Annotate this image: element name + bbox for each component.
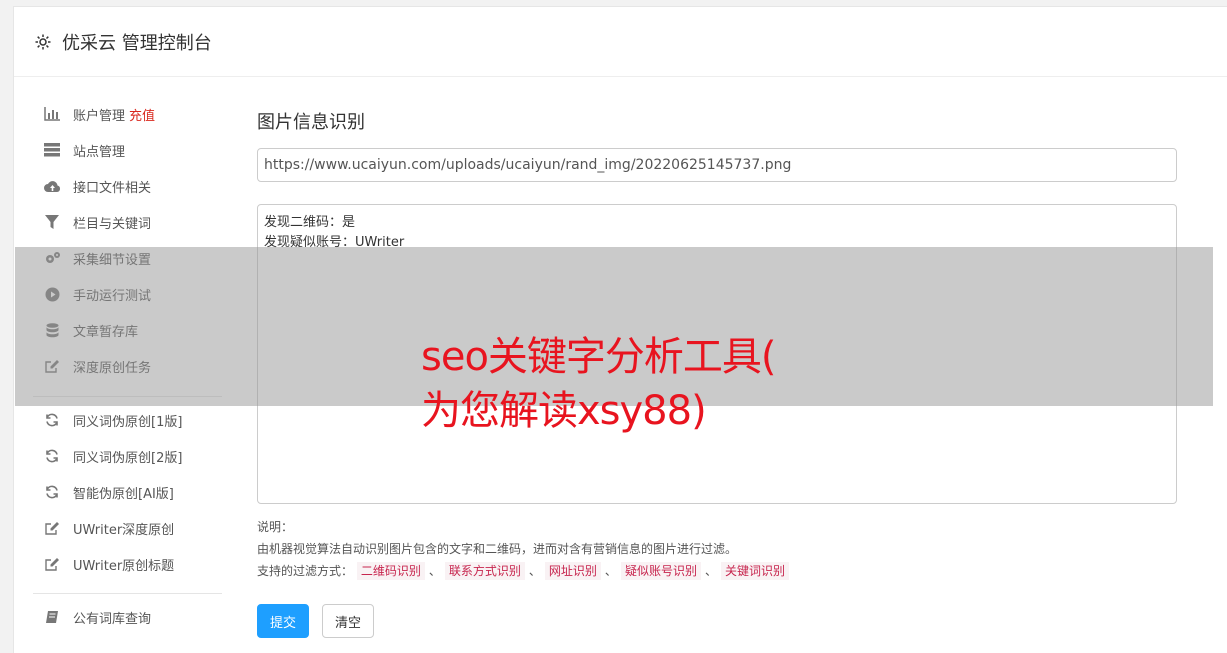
- clear-button[interactable]: 清空: [322, 604, 375, 638]
- bar-chart-icon: [43, 105, 61, 123]
- refresh-icon: [43, 483, 61, 501]
- sidebar-divider: [33, 593, 222, 594]
- filter-tag-keyword: 关键词识别: [720, 562, 789, 580]
- sidebar-item-label: 站点管理: [73, 144, 126, 160]
- sidebar-item-label: 账户管理: [73, 108, 126, 124]
- sidebar-item-uwriter-deep[interactable]: UWriter深度原创: [13, 510, 228, 546]
- gear-icon: [34, 33, 52, 51]
- sidebar-item-uwriter-title[interactable]: UWriter原创标题: [13, 546, 228, 582]
- filter-tag-contact: 联系方式识别: [444, 562, 525, 580]
- filter-separator: 、: [604, 564, 617, 578]
- edit-icon: [43, 519, 61, 537]
- sidebar-item-sites[interactable]: 站点管理: [13, 132, 228, 168]
- sidebar-item-ai-rewrite[interactable]: 智能伪原创[AI版]: [13, 474, 228, 510]
- sidebar-item-label: 公有词库查询: [73, 611, 152, 627]
- sidebar-item-label: UWriter深度原创: [73, 522, 175, 538]
- edit-icon: [43, 555, 61, 573]
- filter-tag-account: 疑似账号识别: [620, 562, 701, 580]
- sidebar-item-label: 同义词伪原创[2版]: [73, 450, 183, 466]
- book-icon: [43, 608, 61, 626]
- filter-icon: [43, 213, 61, 231]
- filters-label: 支持的过滤方式：: [257, 564, 354, 578]
- sidebar-item-label: 智能伪原创[AI版]: [73, 486, 174, 502]
- watermark-line-2: 为您解读xsy88): [421, 388, 707, 434]
- sidebar-item-synonym-v2[interactable]: 同义词伪原创[2版]: [13, 438, 228, 474]
- recharge-link[interactable]: 充值: [129, 105, 155, 124]
- server-icon: [43, 141, 61, 159]
- watermark-line-1: seo关键字分析工具(: [421, 334, 777, 380]
- section-title: 图片信息识别: [257, 112, 365, 133]
- refresh-icon: [43, 411, 61, 429]
- cloud-upload-icon: [43, 177, 61, 195]
- sidebar-item-columns-keywords[interactable]: 栏目与关键词: [13, 204, 228, 240]
- sidebar-item-label: UWriter原创标题: [73, 558, 175, 574]
- notes-label: 说明：: [257, 520, 294, 534]
- filter-tag-qrcode: 二维码识别: [356, 562, 425, 580]
- watermark-text: seo关键字分析工具( 为您解读xsy88): [421, 330, 777, 438]
- page-title: 优采云 管理控制台: [62, 32, 212, 54]
- sidebar-item-label: 栏目与关键词: [73, 216, 152, 232]
- sidebar-item-public-lexicon[interactable]: 公有词库查询: [13, 599, 228, 635]
- filter-tag-url: 网址识别: [544, 562, 601, 580]
- submit-button[interactable]: 提交: [257, 604, 310, 638]
- filter-methods: 支持的过滤方式： 二维码识别、联系方式识别、网址识别、疑似账号识别、关键词识别: [257, 560, 1177, 582]
- button-row: 提交 清空: [257, 604, 1177, 638]
- sidebar-item-account[interactable]: 账户管理 充值: [13, 96, 228, 132]
- filter-separator: 、: [428, 564, 441, 578]
- filter-separator: 、: [528, 564, 541, 578]
- notes-description: 由机器视觉算法自动识别图片包含的文字和二维码，进而对含有营销信息的图片进行过滤。: [257, 542, 738, 556]
- notes: 说明： 由机器视觉算法自动识别图片包含的文字和二维码，进而对含有营销信息的图片进…: [257, 516, 1177, 582]
- sidebar-item-synonym-v1[interactable]: 同义词伪原创[1版]: [13, 402, 228, 438]
- refresh-icon: [43, 447, 61, 465]
- image-url-input[interactable]: [257, 148, 1177, 182]
- sidebar-item-label: 同义词伪原创[1版]: [73, 414, 183, 430]
- panel-header: 优采云 管理控制台: [14, 7, 1227, 77]
- sidebar-item-label: 接口文件相关: [73, 180, 152, 196]
- filter-separator: 、: [704, 564, 717, 578]
- sidebar-item-interface-files[interactable]: 接口文件相关: [13, 168, 228, 204]
